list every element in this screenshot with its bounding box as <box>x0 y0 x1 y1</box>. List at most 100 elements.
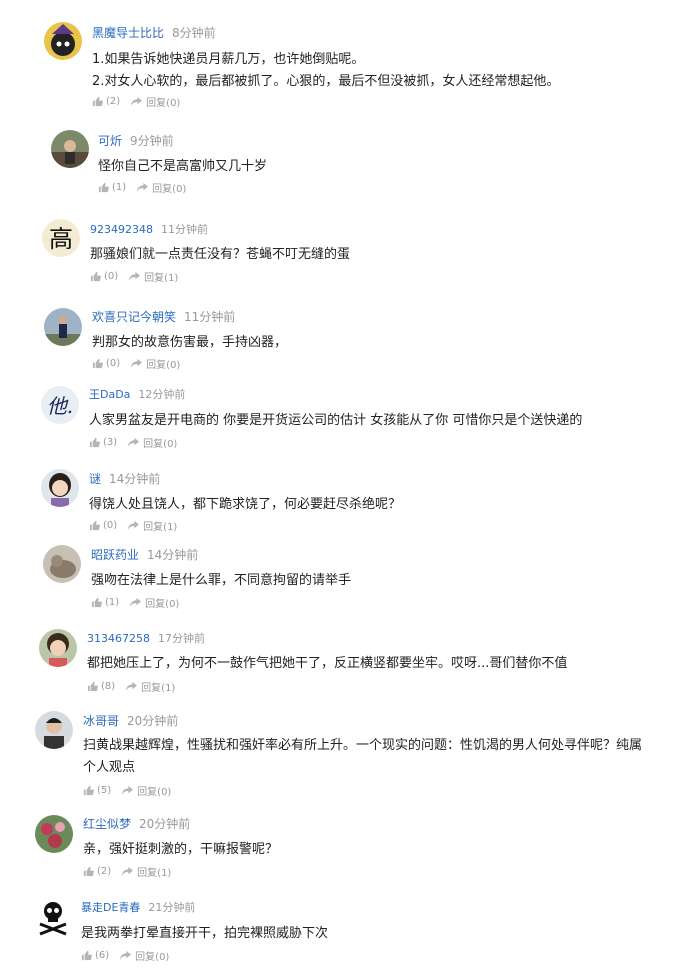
user-avatar[interactable]: 高 <box>42 219 80 257</box>
reply-button[interactable]: 回复(1) <box>125 679 175 694</box>
like-button[interactable]: (1) <box>91 597 119 608</box>
reply-button[interactable]: 回复(0) <box>127 435 177 450</box>
wizard-avatar-icon <box>44 22 82 60</box>
comment-time: 12分钟前 <box>138 388 186 401</box>
like-button[interactable]: (2) <box>83 866 111 877</box>
like-button[interactable]: (0) <box>89 520 117 531</box>
comment-time: 8分钟前 <box>172 26 216 40</box>
svg-text:他.: 他. <box>47 394 73 418</box>
share-arrow-icon <box>128 520 140 531</box>
share-arrow-icon <box>131 358 143 369</box>
girl-avatar-icon <box>41 469 79 507</box>
like-button[interactable]: (8) <box>87 681 115 692</box>
handwriting-avatar-icon: 他. <box>41 386 79 424</box>
thumbs-up-icon <box>83 785 94 796</box>
thumbs-up-icon <box>83 866 94 877</box>
comment-text: 得饶人处且饶人，都下跪求饶了，何必要赶尽杀绝呢？ <box>89 497 402 512</box>
like-button[interactable]: (3) <box>89 437 117 448</box>
comment-time: 20分钟前 <box>139 817 191 831</box>
man-avatar-icon <box>35 711 73 749</box>
calligraphy-avatar-icon: 高 <box>42 219 80 257</box>
photo-avatar-icon <box>51 130 89 168</box>
user-avatar[interactable] <box>35 815 73 853</box>
comment-text: 亲，强奸挺刺激的，干嘛报警呢？ <box>83 842 279 857</box>
comment-text: 人家男盆友是开电商的 你要是开货运公司的估计 女孩能从了你 可惜你只是个送快递的 <box>89 413 583 428</box>
thumbs-up-icon <box>81 950 92 961</box>
thumbs-up-icon <box>92 358 103 369</box>
reply-button[interactable]: 回复(0) <box>121 783 171 798</box>
girl-photo-avatar-icon <box>39 629 77 667</box>
user-avatar[interactable] <box>34 898 72 936</box>
comment-time: 21分钟前 <box>148 901 196 914</box>
comment-time: 17分钟前 <box>158 632 205 645</box>
username-link[interactable]: 红尘似梦 <box>83 817 131 831</box>
thumbs-up-icon <box>91 597 102 608</box>
user-avatar[interactable] <box>39 629 77 667</box>
reply-button[interactable]: 回复(0) <box>130 356 180 371</box>
username-link[interactable]: 可炘 <box>98 134 122 148</box>
comment-text: 怪你自己不是高富帅又几十岁 <box>98 159 268 174</box>
flowers-avatar-icon <box>35 815 73 853</box>
comment-time: 14分钟前 <box>109 472 161 486</box>
username-link[interactable]: 黑魔导士比比 <box>92 26 164 40</box>
reply-button[interactable]: 回复(0) <box>129 595 179 610</box>
user-avatar[interactable]: 他. <box>41 386 79 424</box>
username-link[interactable]: 昭跃药业 <box>91 548 139 562</box>
skull-avatar-icon <box>34 898 72 936</box>
like-button[interactable]: (0) <box>92 358 120 369</box>
share-arrow-icon <box>129 271 141 282</box>
share-arrow-icon <box>131 96 143 107</box>
share-arrow-icon <box>130 597 142 608</box>
share-arrow-icon <box>128 437 140 448</box>
user-avatar[interactable] <box>44 308 82 346</box>
comment-text: 强吻在法律上是什么罪，不同意拘留的请举手 <box>91 573 352 588</box>
thumbs-up-icon <box>92 96 103 107</box>
share-arrow-icon <box>137 182 149 193</box>
reply-button[interactable]: 回复(0) <box>136 180 186 195</box>
username-link[interactable]: 欢喜只记今朝笑 <box>92 310 176 324</box>
like-button[interactable]: (5) <box>83 785 111 796</box>
comment-text: 扫黄战果越辉煌，性骚扰和强奸率必有所上升。一个现实的问题：性饥渴的男人何处寻伴呢… <box>83 738 643 775</box>
comment-text: 那骚娘们就一点责任没有？苍蝇不叮无缝的蛋 <box>90 247 351 262</box>
like-button[interactable]: (0) <box>90 271 118 282</box>
share-arrow-icon <box>120 950 132 961</box>
comment-text: 都把她压上了，为何不一鼓作气把她干了，反正横竖都要坐牢。哎呀...哥们替你不值 <box>87 656 568 671</box>
user-avatar[interactable] <box>51 130 89 168</box>
user-avatar[interactable] <box>35 711 73 749</box>
share-arrow-icon <box>122 866 134 877</box>
share-arrow-icon <box>126 681 138 692</box>
comment-time: 14分钟前 <box>147 548 199 562</box>
share-arrow-icon <box>122 785 134 796</box>
user-avatar[interactable] <box>44 22 82 60</box>
username-link[interactable]: 暴走DE青春 <box>81 901 140 914</box>
thumbs-up-icon <box>90 271 101 282</box>
username-link[interactable]: 谜 <box>89 472 101 486</box>
username-link[interactable]: 王DaDa <box>89 388 130 401</box>
reply-button[interactable]: 回复(1) <box>121 864 171 879</box>
reply-button[interactable]: 回复(0) <box>119 948 169 963</box>
thumbs-up-icon <box>89 520 100 531</box>
comment-time: 9分钟前 <box>130 134 174 148</box>
reply-button[interactable]: 回复(1) <box>128 269 178 284</box>
reply-button[interactable]: 回复(1) <box>127 518 177 533</box>
comment-time: 11分钟前 <box>161 223 208 236</box>
like-button[interactable]: (6) <box>81 950 109 961</box>
thumbs-up-icon <box>89 437 100 448</box>
like-button[interactable]: (2) <box>92 96 120 107</box>
svg-text:高: 高 <box>49 225 73 253</box>
thumbs-up-icon <box>87 681 98 692</box>
user-avatar[interactable] <box>41 469 79 507</box>
comment-time: 11分钟前 <box>184 310 236 324</box>
cat-avatar-icon <box>43 545 81 583</box>
like-button[interactable]: (1) <box>98 182 126 193</box>
person-avatar-icon <box>44 308 82 346</box>
username-link[interactable]: 冰哥哥 <box>83 714 119 728</box>
username-link[interactable]: 923492348 <box>90 223 153 236</box>
comment-text: 判那女的故意伤害最，手持凶器， <box>92 335 288 350</box>
reply-button[interactable]: 回复(0) <box>130 94 180 109</box>
comment-time: 20分钟前 <box>127 714 179 728</box>
comment-text: 1.如果告诉她快递员月薪几万，也许她倒贴呢。 2.对女人心软的，最后都被抓了。心狠… <box>92 52 560 89</box>
username-link[interactable]: 313467258 <box>87 632 150 645</box>
user-avatar[interactable] <box>43 545 81 583</box>
thumbs-up-icon <box>98 182 109 193</box>
